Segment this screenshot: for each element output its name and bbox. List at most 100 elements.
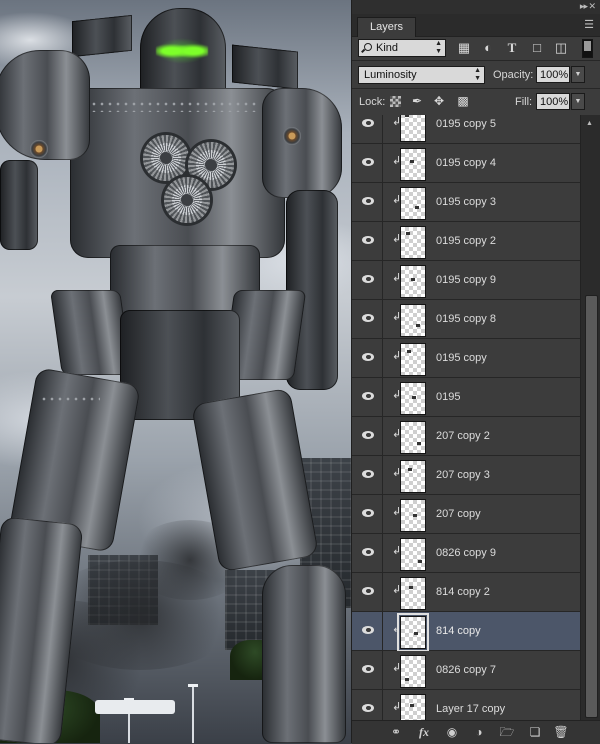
layer-name[interactable]: Layer 17 copy [436, 703, 505, 715]
fill-input[interactable]: 100% [536, 93, 570, 110]
scrollbar-thumb[interactable] [585, 295, 598, 718]
layer-thumbnail[interactable] [400, 187, 426, 220]
layer-thumbnail[interactable] [400, 148, 426, 181]
layer-row[interactable]: ↲ 0195 copy 2 [352, 222, 580, 261]
layer-thumbnail[interactable] [400, 577, 426, 610]
fx-icon[interactable]: fx [416, 725, 432, 739]
delete-icon[interactable]: 🗑 [553, 725, 569, 739]
panel-menu-icon[interactable]: ☰ [584, 18, 594, 31]
layer-thumbnail[interactable] [400, 265, 426, 298]
layer-row[interactable]: ↲ 0195 [352, 378, 580, 417]
layer-name[interactable]: 0195 [436, 391, 460, 403]
opacity-input[interactable]: 100% [536, 66, 570, 83]
visibility-toggle[interactable] [352, 144, 383, 182]
visibility-toggle[interactable] [352, 573, 383, 611]
layer-row[interactable]: ↲ 0826 copy 7 [352, 651, 580, 690]
layer-thumbnail[interactable] [400, 460, 426, 493]
layer-row[interactable]: ↲ 207 copy 2 [352, 417, 580, 456]
layer-thumbnail[interactable] [400, 115, 426, 142]
visibility-toggle[interactable] [352, 495, 383, 533]
layer-row[interactable]: ↲ 0195 copy 5 [352, 115, 580, 144]
layer-name[interactable]: 0195 copy 2 [436, 235, 496, 247]
layer-row[interactable]: ↲ 207 copy [352, 495, 580, 534]
layer-row[interactable]: ↲ 0195 copy [352, 339, 580, 378]
visibility-toggle[interactable] [352, 612, 383, 650]
layer-filter-row: Kind ▲ ▼ ▦ ◐ T □ ◫ [352, 36, 600, 60]
layer-name[interactable]: 0826 copy 7 [436, 664, 496, 676]
layer-row[interactable]: ↲ Layer 17 copy [352, 690, 580, 720]
layer-thumbnail[interactable] [400, 226, 426, 259]
visibility-toggle[interactable] [352, 534, 383, 572]
layer-thumbnail[interactable] [400, 343, 426, 376]
layer-name[interactable]: 0195 copy 5 [436, 118, 496, 130]
layer-row[interactable]: ↲ 0195 copy 4 [352, 144, 580, 183]
smart-object-filter-icon[interactable]: ◫ [553, 40, 569, 56]
layer-name[interactable]: 0195 copy 9 [436, 274, 496, 286]
visibility-toggle[interactable] [352, 115, 383, 143]
layer-name[interactable]: 814 copy [436, 625, 481, 637]
visibility-toggle[interactable] [352, 651, 383, 689]
visibility-toggle[interactable] [352, 339, 383, 377]
shape-filter-icon[interactable]: □ [529, 40, 545, 56]
adjustment-filter-icon[interactable]: ◐ [480, 40, 496, 56]
visibility-toggle[interactable] [352, 378, 383, 416]
lock-all-icon[interactable]: ▩ [456, 94, 470, 108]
layer-name[interactable]: 0195 copy 8 [436, 313, 496, 325]
layer-name[interactable]: 0826 copy 9 [436, 547, 496, 559]
lock-position-icon[interactable]: ✥ [432, 94, 446, 108]
layer-thumbnail[interactable] [400, 499, 426, 532]
layer-name[interactable]: 207 copy 2 [436, 430, 490, 442]
layer-row[interactable]: ↲ 814 copy 2 [352, 573, 580, 612]
layer-thumbnail[interactable] [400, 538, 426, 571]
image-filter-icon[interactable]: ▦ [456, 40, 472, 56]
layer-row[interactable]: ↲ 814 copy [352, 612, 580, 652]
robot-rivets [90, 100, 260, 112]
layers-panel: ▸▸ ✕ Layers ☰ Kind ▲ ▼ ▦ ◐ T □ ◫ Luminosi… [351, 0, 600, 744]
tab-layers[interactable]: Layers [357, 17, 417, 37]
layer-name[interactable]: 207 copy [436, 508, 481, 520]
layer-thumbnail[interactable] [397, 613, 429, 652]
group-icon[interactable]: 🗁 [499, 725, 515, 739]
blend-mode-select[interactable]: Luminosity ▲ ▼ [358, 66, 485, 84]
layer-row[interactable]: ↲ 207 copy 3 [352, 456, 580, 495]
lock-pixels-icon[interactable]: ✒ [410, 94, 424, 108]
visibility-toggle[interactable] [352, 300, 383, 338]
layer-name[interactable]: 0195 copy [436, 352, 487, 364]
lock-transparent-icon[interactable] [390, 96, 401, 107]
layer-row[interactable]: ↲ 0826 copy 9 [352, 534, 580, 573]
filter-toggle[interactable] [582, 39, 593, 58]
adjustment-layer-icon[interactable]: ◑ [471, 725, 487, 739]
visibility-toggle[interactable] [352, 690, 383, 720]
collapse-panel-icon[interactable]: ▸▸ ✕ [580, 1, 596, 12]
filter-kind-select[interactable]: Kind ▲ ▼ [358, 39, 446, 57]
layer-thumbnail[interactable] [400, 655, 426, 688]
mask-icon[interactable]: ◉ [444, 725, 460, 739]
layer-row[interactable]: ↲ 0195 copy 9 [352, 261, 580, 300]
robot-arm-left [0, 160, 38, 250]
new-layer-icon[interactable]: ❏ [527, 725, 543, 739]
link-layers-icon[interactable]: ⚭ [388, 725, 404, 739]
layer-name[interactable]: 0195 copy 4 [436, 157, 496, 169]
visibility-toggle[interactable] [352, 222, 383, 260]
layer-thumbnail[interactable] [400, 382, 426, 415]
document-canvas[interactable] [0, 0, 351, 743]
visibility-toggle[interactable] [352, 183, 383, 221]
fill-slider-button[interactable]: ▼ [571, 93, 585, 110]
layer-thumbnail[interactable] [400, 421, 426, 454]
visibility-toggle[interactable] [352, 261, 383, 299]
layer-name[interactable]: 814 copy 2 [436, 586, 490, 598]
layer-row[interactable]: ↲ 0195 copy 3 [352, 183, 580, 222]
layer-name[interactable]: 207 copy 3 [436, 469, 490, 481]
visibility-toggle[interactable] [352, 417, 383, 455]
visibility-toggle[interactable] [352, 456, 383, 494]
scroll-up-icon[interactable]: ▲ [586, 120, 593, 127]
layer-thumbnail[interactable] [400, 694, 426, 720]
type-filter-icon[interactable]: T [504, 40, 520, 56]
layer-row[interactable]: ↲ 0195 copy 8 [352, 300, 580, 339]
search-icon [364, 43, 372, 51]
layer-thumbnail[interactable] [400, 304, 426, 337]
opacity-slider-button[interactable]: ▼ [571, 66, 585, 83]
thumbnail-content [418, 560, 422, 563]
layer-list-scrollbar[interactable]: ▲ [580, 115, 600, 720]
layer-name[interactable]: 0195 copy 3 [436, 196, 496, 208]
